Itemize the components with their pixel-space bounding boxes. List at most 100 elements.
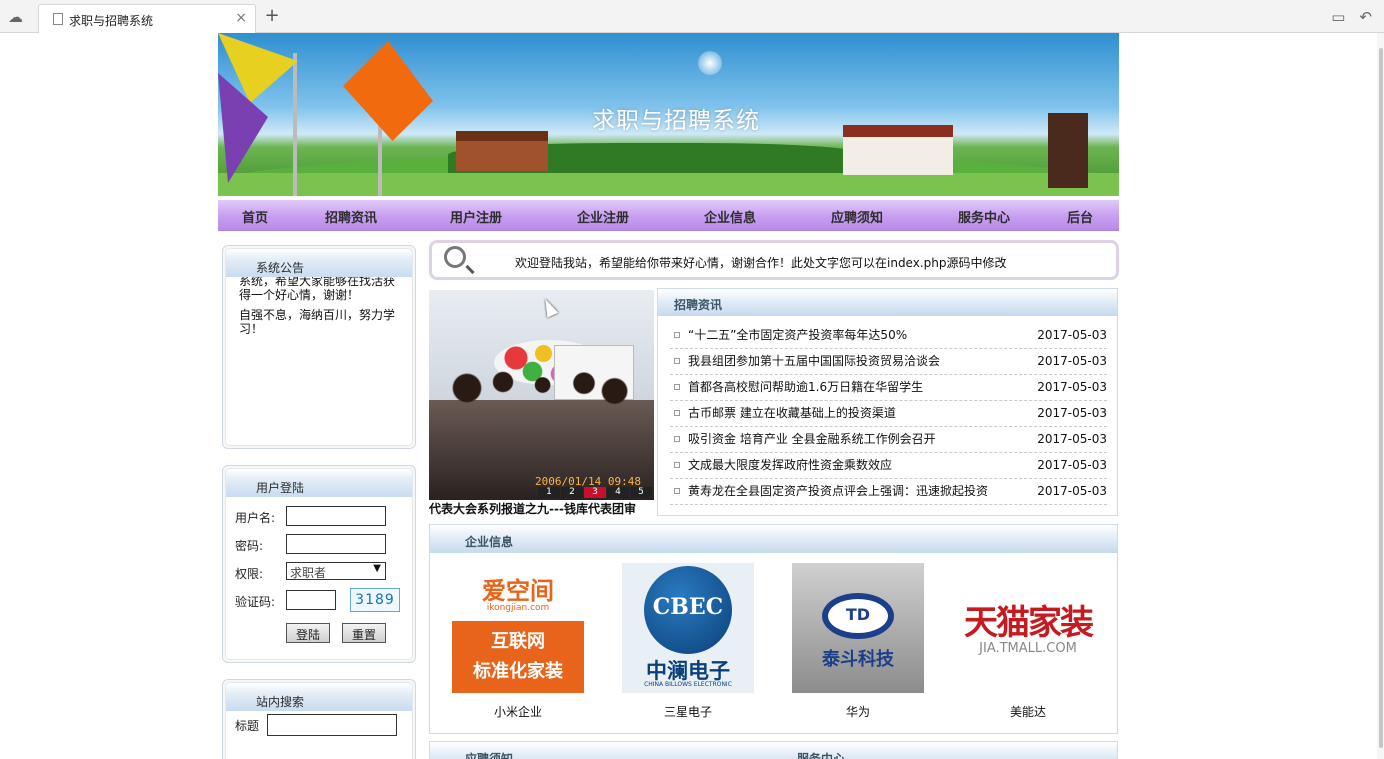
nav-applicant-guide[interactable]: 应聘须知 — [831, 207, 883, 226]
captcha-image[interactable]: 3189 — [350, 588, 400, 612]
news-item[interactable]: 我县组团参加第十五届中国国际投资贸易洽谈会 2017-05-03 — [670, 349, 1107, 375]
news-item-title[interactable]: 黄寿龙在全县固定资产投资点评会上强调：迅速掀起投资 — [688, 479, 988, 504]
nav-service-center[interactable]: 服务中心 — [958, 207, 1010, 226]
slide-page-button[interactable]: 5 — [630, 487, 652, 498]
login-panel: 用户登陆 用户名: 密码: 权限: 求职者 ▼ 验证码: 3189 登陆 重置 — [222, 465, 416, 663]
news-item-date: 2017-05-03 — [1037, 484, 1107, 498]
role-label: 权限: — [235, 567, 264, 581]
logo-mark-icon: TD — [822, 593, 894, 639]
login-title: 用户登陆 — [226, 469, 412, 497]
news-item-date: 2017-05-03 — [1037, 328, 1107, 342]
nav-company-info[interactable]: 企业信息 — [704, 207, 756, 226]
close-tab-icon[interactable]: × — [235, 10, 247, 26]
news-item-date: 2017-05-03 — [1037, 406, 1107, 420]
news-item[interactable]: 首都各高校慰问帮助逾1.6万日籍在华留学生 2017-05-03 — [670, 375, 1107, 401]
banner-grass — [218, 173, 1119, 196]
company-card[interactable]: TD 泰斗科技 华为 — [792, 563, 924, 720]
company-name[interactable]: 三星电子 — [622, 703, 754, 720]
bullet-icon — [674, 462, 680, 468]
bullet-icon — [674, 358, 680, 364]
slide-page-button[interactable]: 4 — [607, 487, 629, 498]
banner-house — [456, 131, 548, 171]
slide-caption[interactable]: 代表大会系列报道之九---钱库代表团审 — [429, 500, 655, 517]
news-item-title[interactable]: 吸引资金 培育产业 全县金融系统工作例会召开 — [688, 427, 936, 452]
logo-text: 爱空间 — [482, 577, 554, 605]
slide-page-button[interactable]: 1 — [538, 487, 560, 498]
scrollbar-thumb[interactable] — [1379, 48, 1383, 748]
news-item-title[interactable]: 古币邮票 建立在收藏基础上的投资渠道 — [688, 401, 896, 426]
photo-slideshow[interactable]: 2006/01/14 09:48 1 2 3 4 5 — [429, 290, 654, 500]
job-news-panel: 招聘资讯 “十二五”全市固定资产投资率每年达50% 2017-05-03 我县组团… — [657, 288, 1118, 516]
browser-tab[interactable]: 求职与招聘系统 × — [38, 4, 256, 33]
company-logo[interactable]: TD 泰斗科技 — [792, 563, 924, 693]
role-select[interactable]: 求职者 ▼ — [286, 562, 386, 580]
cloud-icon[interactable]: ☁ — [8, 9, 28, 25]
company-name[interactable]: 美能达 — [962, 703, 1094, 720]
username-input[interactable] — [286, 506, 386, 526]
logo-text: JIA.TMALL.COM — [979, 641, 1077, 656]
header-banner: 求职与招聘系统 — [218, 33, 1119, 196]
bullet-icon — [674, 384, 680, 390]
news-item-date: 2017-05-03 — [1037, 354, 1107, 368]
bottom-panels: 应聘须知 服务中心 — [429, 741, 1118, 759]
nav-company-register[interactable]: 企业注册 — [577, 207, 629, 226]
dropdown-arrow-icon: ▼ — [373, 563, 381, 574]
slide-page-button[interactable]: 2 — [561, 487, 583, 498]
company-card[interactable]: 天猫家装 JIA.TMALL.COM 美能达 — [962, 563, 1094, 720]
undo-icon[interactable]: ↶ — [1359, 8, 1372, 26]
applicant-guide-title: 应聘须知 — [465, 752, 514, 759]
tab-title: 求职与招聘系统 — [69, 14, 154, 28]
bullet-icon — [674, 332, 680, 338]
news-title: 招聘资讯 — [658, 289, 1117, 316]
logo-text: CBEC — [652, 594, 724, 620]
news-item[interactable]: 文成最大限度发挥政府性资金乘数效应 2017-05-03 — [670, 453, 1107, 479]
company-logo[interactable]: 天猫家装 JIA.TMALL.COM — [962, 563, 1094, 693]
notice-line: 自强不息，海纳百川，努力学习！ — [239, 308, 396, 336]
news-item-title[interactable]: “十二五”全市固定资产投资率每年达50% — [688, 323, 907, 348]
news-item[interactable]: 古币邮票 建立在收藏基础上的投资渠道 2017-05-03 — [670, 401, 1107, 427]
password-input[interactable] — [286, 534, 386, 554]
slide-photo-people — [449, 370, 629, 430]
nav-job-news[interactable]: 招聘资讯 — [325, 207, 377, 226]
logo-text: CHINA BILLOWS ELECTRONIC — [644, 681, 732, 688]
login-button[interactable]: 登陆 — [286, 623, 331, 643]
logo-text: 互联网 — [491, 631, 545, 652]
company-logo[interactable]: 爱空间 ikongjian.com 互联网 标准化家装 — [452, 563, 584, 693]
browser-chrome: ☁ 求职与招聘系统 × + ▭ ↶ — [0, 0, 1384, 33]
notice-body: 系统，希望大家能够在找活获得一个好心情，谢谢！ 自强不息，海纳百川，努力学习！ — [226, 277, 412, 437]
role-select-value: 求职者 — [290, 566, 327, 580]
bullet-icon — [674, 410, 680, 416]
company-name[interactable]: 小米企业 — [452, 703, 584, 720]
notice-panel: 系统公告 系统，希望大家能够在找活获得一个好心情，谢谢！ 自强不息，海纳百川，努… — [222, 245, 416, 449]
marquee-text: 欢迎登陆我站，希望能给你带来好心情，谢谢合作！此处文字您可以在index.php… — [515, 256, 1007, 270]
slide-pager: 1 2 3 4 5 — [538, 487, 652, 498]
company-card[interactable]: 爱空间 ikongjian.com 互联网 标准化家装 小米企业 — [452, 563, 584, 720]
news-item-title[interactable]: 文成最大限度发挥政府性资金乘数效应 — [688, 453, 892, 478]
banner-sparkle — [698, 51, 722, 75]
company-title: 企业信息 — [430, 525, 1117, 553]
news-item[interactable]: 吸引资金 培育产业 全县金融系统工作例会召开 2017-05-03 — [670, 427, 1107, 453]
tab-list-icon[interactable]: ▭ — [1331, 8, 1345, 26]
captcha-input[interactable] — [286, 590, 336, 610]
logo-text: ikongjian.com — [486, 603, 550, 613]
nav-home[interactable]: 首页 — [242, 207, 268, 226]
search-title-input[interactable] — [267, 714, 397, 736]
nav-admin[interactable]: 后台 — [1067, 207, 1093, 226]
search-title: 站内搜索 — [226, 683, 412, 711]
username-label: 用户名: — [235, 511, 276, 525]
news-item-title[interactable]: 我县组团参加第十五届中国国际投资贸易洽谈会 — [688, 349, 940, 374]
slide-page-button-active[interactable]: 3 — [584, 487, 606, 498]
new-tab-button[interactable]: + — [262, 5, 282, 27]
service-center-title: 服务中心 — [797, 752, 846, 759]
news-item[interactable]: 黄寿龙在全县固定资产投资点评会上强调：迅速掀起投资 2017-05-03 — [670, 479, 1107, 505]
news-item[interactable]: “十二五”全市固定资产投资率每年达50% 2017-05-03 — [670, 323, 1107, 349]
site-search-panel: 站内搜索 标题 — [222, 679, 416, 759]
nav-user-register[interactable]: 用户注册 — [450, 207, 502, 226]
news-item-title[interactable]: 首都各高校慰问帮助逾1.6万日籍在华留学生 — [688, 375, 923, 400]
news-item-date: 2017-05-03 — [1037, 458, 1107, 472]
reset-button[interactable]: 重置 — [342, 623, 387, 643]
company-card[interactable]: CBEC 中澜电子 CHINA BILLOWS ELECTRONIC 三星电子 — [622, 563, 754, 720]
bullet-icon — [674, 488, 680, 494]
company-name[interactable]: 华为 — [792, 703, 924, 720]
company-logo[interactable]: CBEC 中澜电子 CHINA BILLOWS ELECTRONIC — [622, 563, 754, 693]
